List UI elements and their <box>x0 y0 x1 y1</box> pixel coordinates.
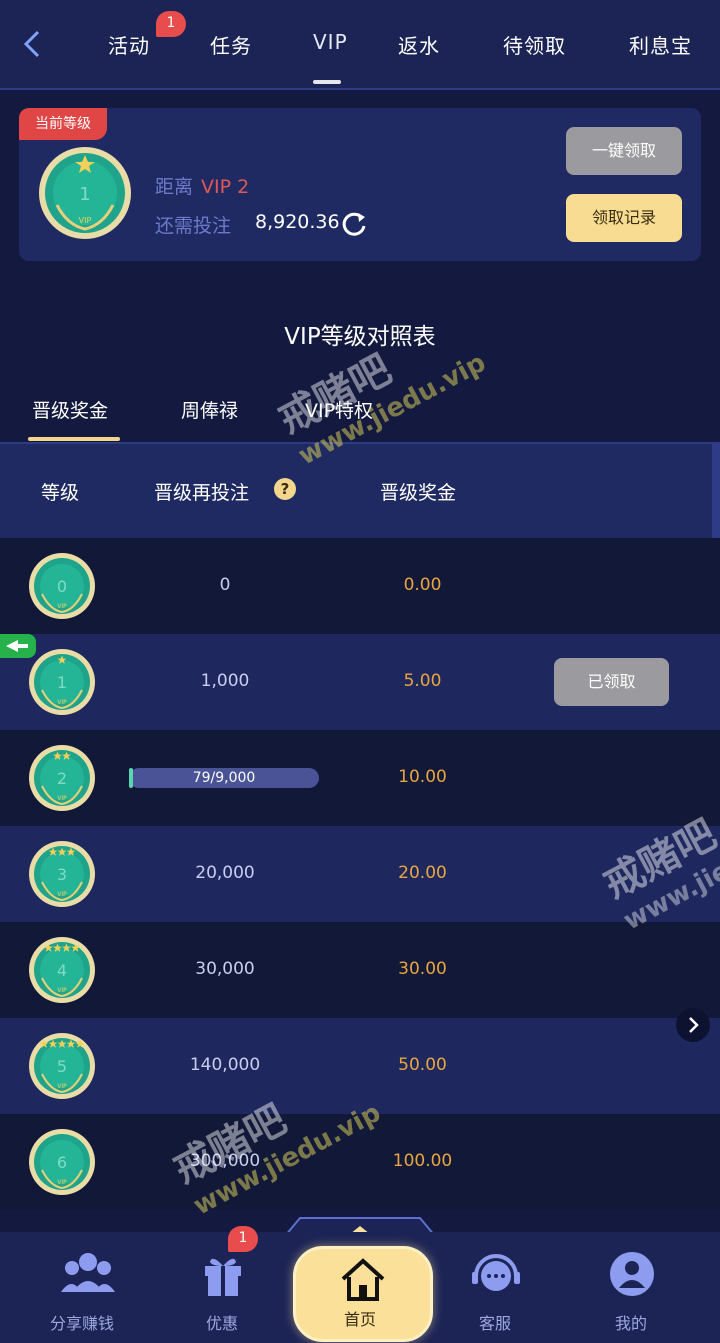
vip-level-medal-icon: 2 VIP <box>29 745 95 811</box>
bonus-value: 0.00 <box>403 575 442 595</box>
nav-share-earn[interactable] <box>33 1250 143 1302</box>
nav-label-mine[interactable]: 我的 <box>615 1310 647 1334</box>
vip-level-medal-icon: 6 VIP <box>29 1129 95 1195</box>
table-row: 0 VIP 0 0.00 <box>0 538 720 634</box>
bonus-value: 20.00 <box>398 863 447 883</box>
table-row: 6 VIP 300,000 100.00 <box>0 1114 720 1210</box>
nav-label-service[interactable]: 客服 <box>479 1310 511 1334</box>
subtab-weekly-salary[interactable]: 周俸禄 <box>181 396 238 423</box>
nav-label-home[interactable]: 首页 <box>293 1306 427 1330</box>
header-level: 等级 <box>41 482 80 504</box>
progress-text: 79/9,000 <box>192 770 256 786</box>
medal-level-number: 4 <box>57 961 67 980</box>
scrollbar[interactable] <box>712 444 720 540</box>
watermark-brand: 戒赌吧 <box>271 346 399 444</box>
tab-vip[interactable]: VIP <box>313 30 348 54</box>
bonus-value: 100.00 <box>392 1151 453 1171</box>
vip-level-medal-icon: 4 VIP <box>29 937 95 1003</box>
svg-text:VIP: VIP <box>57 1083 67 1090</box>
bonus-value: 5.00 <box>403 671 442 691</box>
nav-customer-service[interactable] <box>441 1250 551 1302</box>
tab-rebate[interactable]: 返水 <box>398 30 440 59</box>
gift-icon <box>205 1258 241 1296</box>
svg-text:VIP: VIP <box>57 699 67 706</box>
next-vip-label: VIP 2 <box>201 176 250 198</box>
table-row: 5 VIP 140,000 50.00 <box>0 1018 720 1114</box>
vip-level-medal-icon: 1 VIP <box>29 649 95 715</box>
header-requirement: 晋级再投注 <box>154 482 250 504</box>
medal-level-number: 3 <box>57 865 67 884</box>
bet-progress-bar: 79/9,000 <box>129 768 319 788</box>
home-icon <box>341 1258 385 1301</box>
subtab-vip-privileges[interactable]: VIP特权 <box>305 396 373 423</box>
nav-label-promo[interactable]: 优惠 <box>206 1310 238 1334</box>
medal-level-number: 6 <box>57 1153 67 1172</box>
bonus-value: 50.00 <box>398 1055 447 1075</box>
subtab-promotion-bonus[interactable]: 晋级奖金 <box>32 396 108 423</box>
claim-records-button[interactable]: 领取记录 <box>566 194 682 242</box>
need-bet-amount: 8,920.36 <box>255 211 340 233</box>
svg-text:VIP: VIP <box>57 795 67 802</box>
svg-text:VIP: VIP <box>57 603 67 610</box>
requirement-value: 1,000 <box>200 671 250 691</box>
vip-level-medal-icon: 0 VIP <box>29 553 95 619</box>
nav-promotions[interactable] <box>168 1250 278 1302</box>
headset-chat-icon <box>472 1254 520 1291</box>
header-bonus: 晋级奖金 <box>380 482 457 504</box>
bonus-value: 10.00 <box>398 767 447 787</box>
svg-text:VIP: VIP <box>57 987 67 994</box>
distance-label: 距离 <box>155 176 194 198</box>
medal-level-number: 5 <box>57 1057 67 1076</box>
top-nav-bar: 活动 1 任务 VIP 返水 待领取 利息宝 <box>0 0 720 90</box>
requirement-value: 20,000 <box>195 863 255 883</box>
tab-interest[interactable]: 利息宝 <box>629 30 692 59</box>
requirement-value: 140,000 <box>189 1055 261 1075</box>
svg-text:VIP: VIP <box>79 216 92 225</box>
current-level-tag: 当前等级 <box>19 108 107 140</box>
requirement-value: 30,000 <box>195 959 255 979</box>
need-bet-label: 还需投注 <box>155 215 232 237</box>
next-level-line: 距离 VIP 2 <box>155 172 249 199</box>
back-arrow-icon[interactable] <box>18 26 48 62</box>
vip-level-medal-icon: 3 VIP <box>29 841 95 907</box>
table-row: 2 VIP 79/9,000 10.00 <box>0 730 720 826</box>
tab-activity[interactable]: 活动 <box>108 30 150 59</box>
group-users-icon <box>61 1253 115 1292</box>
medal-level-number: 1 <box>57 673 67 692</box>
active-subtab-indicator <box>28 437 120 441</box>
nav-label-share[interactable]: 分享赚钱 <box>50 1310 114 1334</box>
claimed-button[interactable]: 已领取 <box>554 658 669 706</box>
tab-pending[interactable]: 待领取 <box>503 30 566 59</box>
svg-text:VIP: VIP <box>57 1179 67 1186</box>
chevron-right-icon[interactable] <box>676 1008 710 1042</box>
user-profile-icon <box>610 1252 654 1296</box>
vip-level-medal-icon: 5 VIP <box>29 1033 95 1099</box>
refresh-icon[interactable] <box>340 210 368 238</box>
requirement-value: 300,000 <box>189 1151 261 1171</box>
table-row: 3 VIP 20,000 20.00 <box>0 826 720 922</box>
pointer-hand-icon <box>0 634 36 658</box>
medal-level-number: 2 <box>57 769 67 788</box>
bonus-value: 30.00 <box>398 959 447 979</box>
table-header <box>0 442 720 542</box>
table-row: 4 VIP 30,000 30.00 <box>0 922 720 1018</box>
table-row: 1 VIP 1,000 5.00 已领取 <box>0 634 720 730</box>
promo-badge: 1 <box>228 1226 258 1252</box>
svg-text:VIP: VIP <box>57 891 67 898</box>
help-question-icon[interactable]: ? <box>274 478 296 500</box>
vip-medal-icon: 1 VIP <box>39 147 131 239</box>
tab-tasks[interactable]: 任务 <box>210 30 252 59</box>
requirement-value: 0 <box>219 575 231 595</box>
active-tab-indicator <box>313 80 341 84</box>
claim-all-button[interactable]: 一键领取 <box>566 127 682 175</box>
section-title: VIP等级对照表 <box>284 324 436 350</box>
medal-level-number: 1 <box>79 184 90 205</box>
medal-level-number: 0 <box>57 577 67 596</box>
activity-badge: 1 <box>156 11 186 37</box>
nav-mine[interactable] <box>577 1250 687 1302</box>
